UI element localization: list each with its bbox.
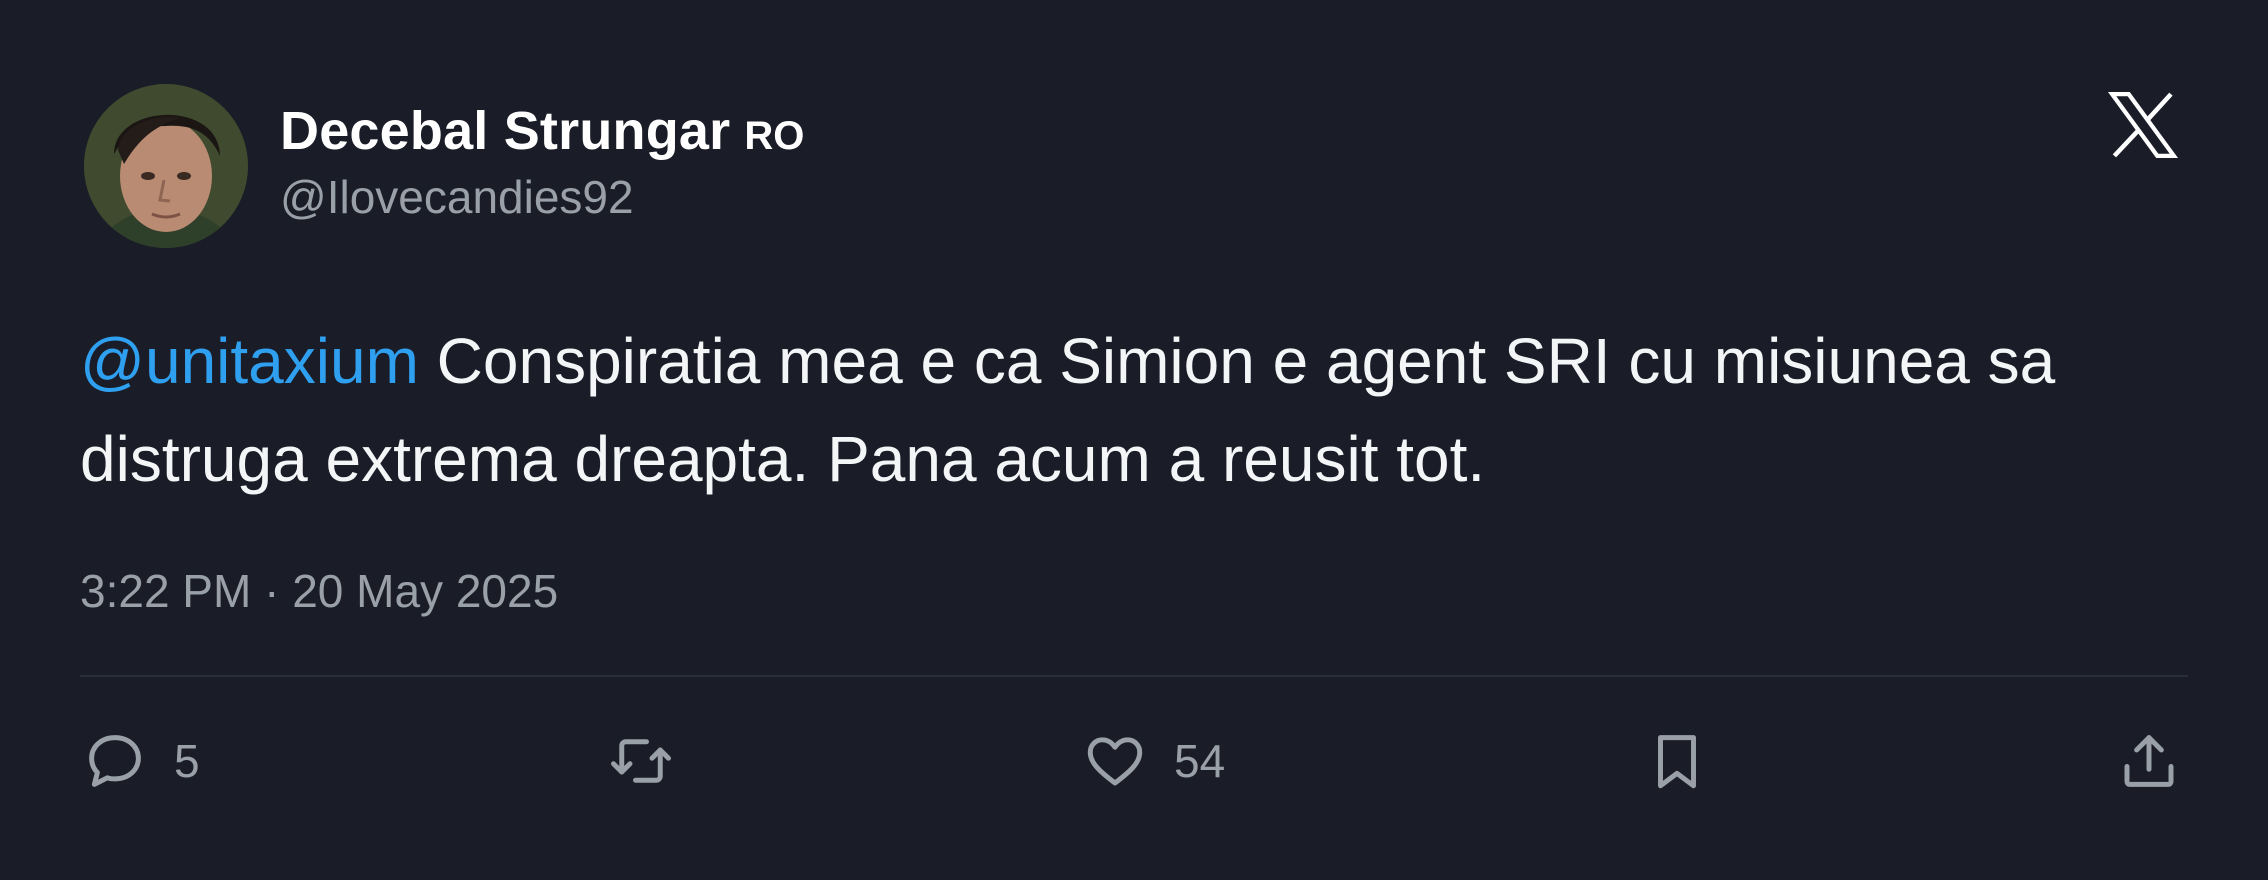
divider <box>80 675 2188 677</box>
avatar-image <box>84 84 248 248</box>
retweet-button[interactable] <box>608 728 674 794</box>
heart-icon <box>1087 737 1143 786</box>
author-name-suffix: RO <box>744 114 805 158</box>
x-logo-icon[interactable] <box>2104 86 2182 164</box>
share-icon <box>2124 735 2174 787</box>
reply-count: 5 <box>174 735 200 787</box>
bookmark-icon <box>1658 735 1696 789</box>
tweet-timestamp[interactable]: 3:22 PM · 20 May 2025 <box>80 564 558 618</box>
tweet-text: @unitaxium Conspiratia mea e ca Simion e… <box>80 312 2200 508</box>
retweet-icon <box>611 739 671 783</box>
mention-link[interactable]: @unitaxium <box>80 325 419 397</box>
reply-icon <box>89 735 141 787</box>
author-name-row[interactable]: Decebal Strungar RO <box>280 100 804 162</box>
share-button[interactable] <box>2116 728 2182 794</box>
tweet-card: Decebal Strungar RO @Ilovecandies92 @uni… <box>0 0 2268 880</box>
author-handle[interactable]: @Ilovecandies92 <box>280 170 634 224</box>
like-count: 54 <box>1174 735 1226 787</box>
author-display-name[interactable]: Decebal Strungar <box>280 100 730 162</box>
reply-button[interactable]: 5 <box>82 728 200 794</box>
avatar[interactable] <box>84 84 248 248</box>
like-button[interactable]: 54 <box>1082 728 1225 794</box>
bookmark-button[interactable] <box>1644 728 1710 794</box>
